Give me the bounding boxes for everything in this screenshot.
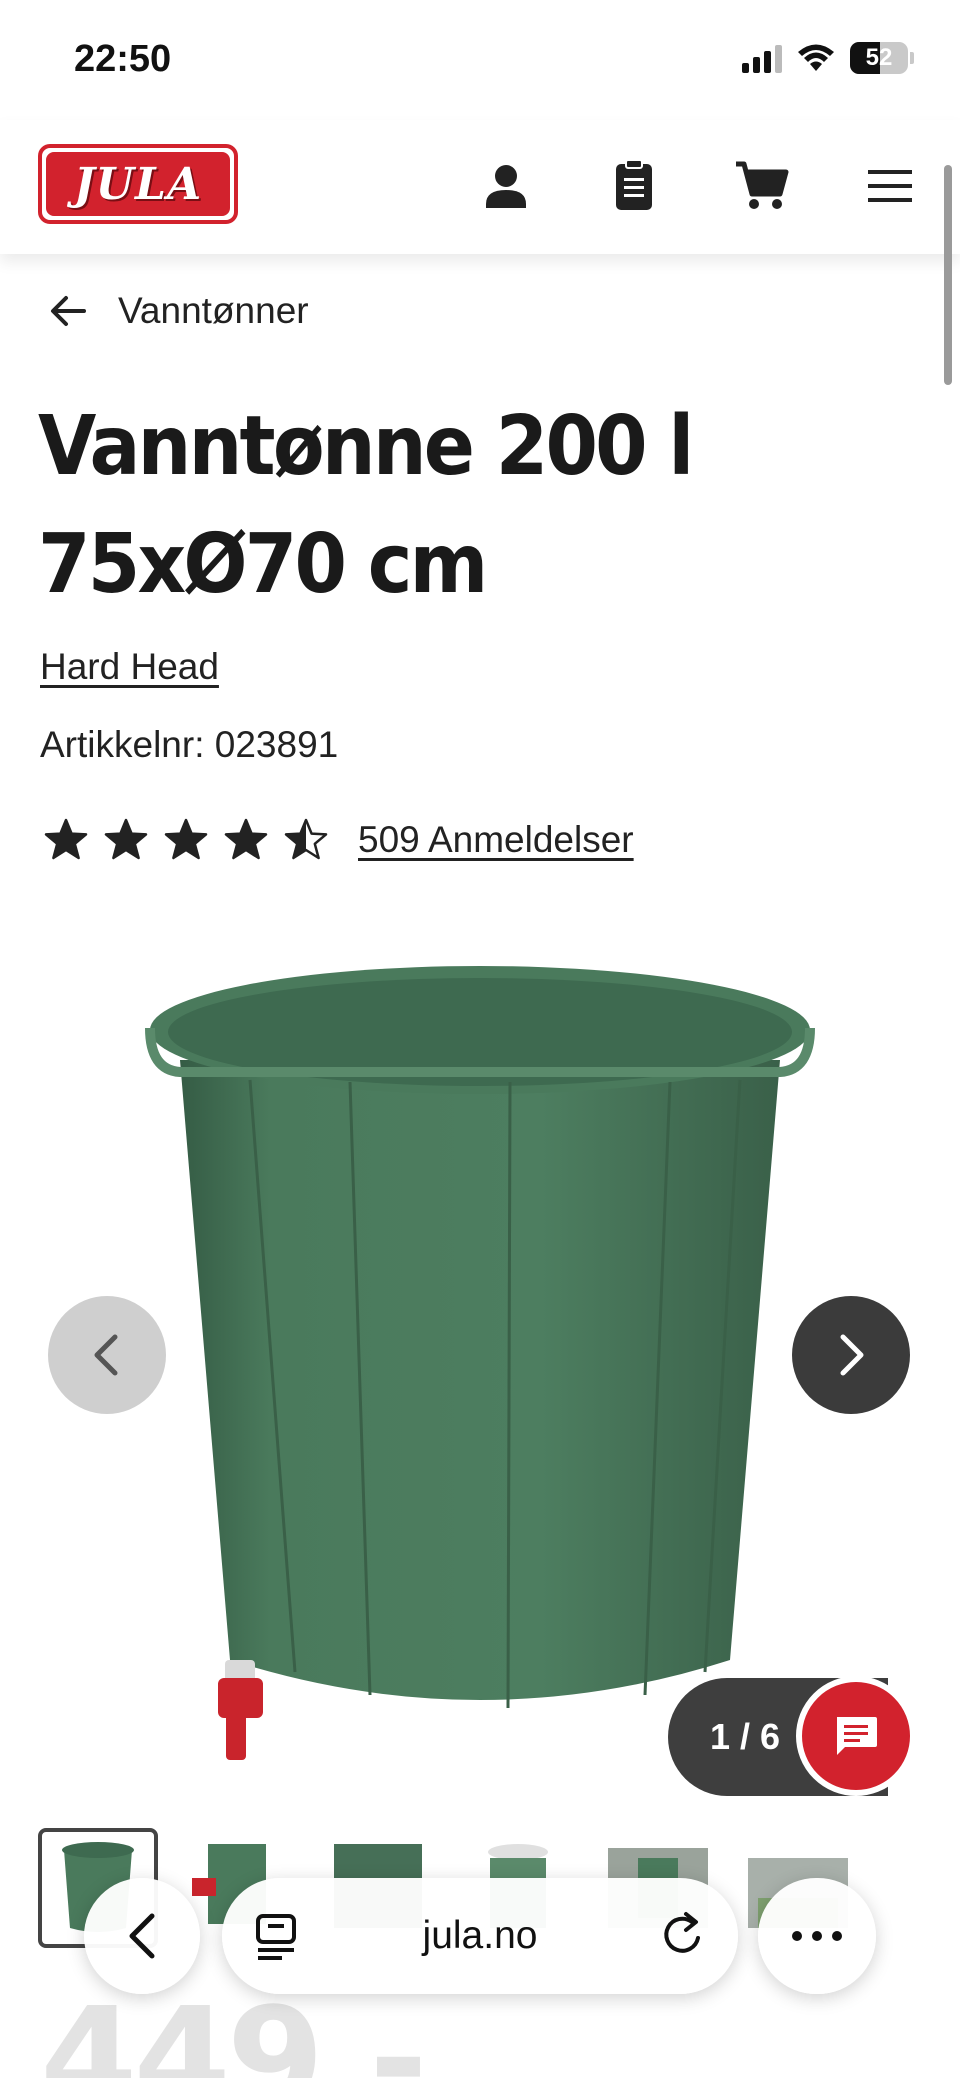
address-bar[interactable]: jula.no — [222, 1878, 738, 1994]
browser-more-button[interactable] — [758, 1878, 876, 1994]
battery-icon: 52 — [850, 42, 908, 74]
brand-link[interactable]: Hard Head — [40, 646, 219, 688]
next-image-button[interactable] — [792, 1296, 910, 1414]
jula-logo[interactable]: JULA — [38, 144, 238, 224]
product-gallery: 1 / 6 — [0, 900, 960, 1800]
battery-level: 52 — [865, 44, 893, 71]
reader-mode-icon[interactable] — [252, 1910, 302, 1962]
breadcrumb-label: Vanntønner — [118, 290, 309, 331]
product-image[interactable] — [140, 960, 820, 1760]
rating[interactable]: 509 Anmeldelser — [44, 818, 634, 862]
star-full-icon — [164, 818, 208, 860]
menu-icon[interactable] — [858, 154, 922, 218]
chevron-left-icon — [94, 1334, 118, 1376]
breadcrumb[interactable]: Vanntønner — [48, 290, 309, 332]
account-icon[interactable] — [474, 154, 538, 218]
status-time: 22:50 — [74, 38, 172, 80]
status-bar: 22:50 52 — [0, 0, 960, 120]
rating-stars — [44, 818, 328, 862]
reviews-link[interactable]: 509 Anmeldelser — [358, 819, 634, 861]
product-title: Vanntønne 200 l 75xØ70 cm — [38, 399, 694, 612]
shopping-list-icon[interactable] — [602, 154, 666, 218]
chevron-right-icon — [840, 1334, 864, 1376]
chat-button[interactable] — [796, 1676, 916, 1796]
chat-icon — [837, 1717, 877, 1755]
reload-icon[interactable] — [658, 1910, 708, 1962]
star-full-icon — [104, 818, 148, 860]
arrow-left-icon — [51, 296, 86, 326]
chevron-left-icon — [129, 1913, 155, 1959]
wifi-icon — [798, 44, 834, 71]
star-full-icon — [224, 818, 268, 860]
star-half-icon — [284, 818, 328, 860]
site-header: JULA — [0, 120, 960, 254]
previous-image-button[interactable] — [48, 1296, 166, 1414]
product-price: 449,- — [40, 1978, 428, 2078]
browser-back-button[interactable] — [84, 1878, 200, 1994]
star-full-icon — [44, 818, 88, 860]
browser-toolbar: jula.no — [0, 1870, 960, 2000]
page-scrollbar[interactable] — [944, 165, 952, 385]
status-icons: 52 — [742, 42, 914, 74]
cart-icon[interactable] — [730, 154, 794, 218]
cellular-signal-icon — [742, 43, 782, 73]
article-number: Artikkelnr: 023891 — [40, 724, 339, 765]
more-icon — [792, 1931, 842, 1941]
